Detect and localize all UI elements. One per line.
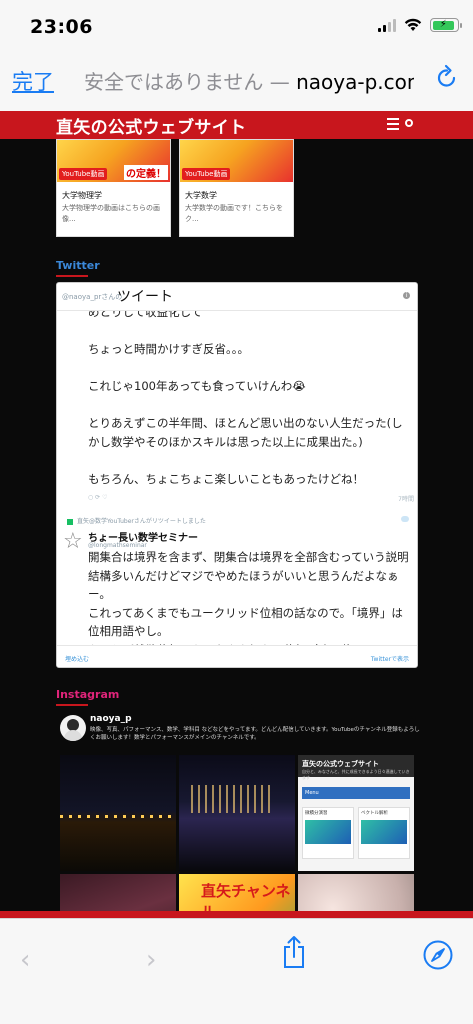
tweet-time[interactable]: 7時間 bbox=[398, 494, 414, 503]
instagram-section-label: Instagram bbox=[56, 688, 119, 706]
done-button[interactable]: 完了 bbox=[12, 66, 54, 96]
instagram-photo-website[interactable]: 直矢の公式ウェブサイト 自分と、みなさんと、共に成長できるよう日々邁進していきま… bbox=[298, 755, 414, 871]
card-description: 大学物理学の動画はこちらの画像... bbox=[62, 204, 160, 223]
card-thumbnail: YouTube動画 の定義！ bbox=[57, 140, 170, 182]
tweet-actions: ○ ⟳ ♡ 7時間 bbox=[88, 494, 414, 506]
website-thumb-tiles: 微積分演習 ベクトル解析 bbox=[302, 807, 410, 859]
retweet-text: 開集合は境界を含まず、閉集合は境界を全部含むっていう説明結構多いんだけどマジでや… bbox=[88, 550, 409, 657]
search-icon[interactable] bbox=[405, 119, 413, 127]
website-thumb-menu: Menu bbox=[302, 787, 410, 799]
address-bar[interactable]: 安全ではありません — naoya-p.com bbox=[84, 66, 414, 95]
address-domain: naoya-p.com bbox=[296, 70, 414, 94]
back-chevron-icon[interactable]: ‹ bbox=[20, 945, 30, 975]
reply-icon[interactable]: ○ ⟳ ♡ bbox=[88, 494, 107, 501]
battery-icon: ⚡ bbox=[430, 18, 462, 32]
avatar-star-icon[interactable]: ☆ bbox=[63, 529, 83, 554]
web-content[interactable]: 直矢の公式ウェブサイト YouTube動画 の定義！ 大学物理学 大学物理学の動… bbox=[0, 111, 473, 918]
card-physics[interactable]: YouTube動画 の定義！ 大学物理学 大学物理学の動画はこちらの画像... bbox=[56, 139, 171, 237]
site-header: 直矢の公式ウェブサイト bbox=[0, 111, 473, 139]
twitter-bird-icon[interactable] bbox=[401, 516, 409, 522]
status-time: 23:06 bbox=[30, 16, 93, 38]
retweet-note: 直矢@数学YouTuberさんがリツイートしました bbox=[67, 516, 206, 525]
embed-link[interactable]: 埋め込む bbox=[65, 654, 89, 663]
safari-compass-icon[interactable] bbox=[423, 940, 453, 970]
card-description: 大学数学の動画です！こちらをク... bbox=[185, 204, 283, 223]
avatar[interactable] bbox=[60, 715, 86, 741]
address-insecure-label: 安全ではありません — bbox=[84, 70, 297, 94]
instagram-photo-night-river[interactable] bbox=[60, 755, 176, 871]
card-title: 大学物理学 bbox=[62, 191, 102, 200]
twitter-timeline[interactable]: めとりして収益化して ちょっと時間かけすぎ反省。。。 これじゃ100年あっても食… bbox=[56, 282, 418, 668]
site-footer-bar bbox=[0, 911, 473, 918]
instagram-photo-night-city[interactable] bbox=[179, 755, 295, 871]
website-thumb-header: 直矢の公式ウェブサイト 自分と、みなさんと、共に成長できるよう日々邁進していきま… bbox=[298, 755, 414, 780]
instagram-profile: naoya_p 映像、写真、パフォーマンス、数学、学科目 などなどをやってます。… bbox=[60, 714, 420, 746]
wifi-icon bbox=[404, 18, 422, 31]
twitter-widget-header: @naoya_prさんの ツイート i bbox=[57, 283, 417, 311]
cellular-signal-icon bbox=[378, 18, 396, 32]
site-title[interactable]: 直矢の公式ウェブサイト bbox=[56, 113, 246, 138]
tweet-line: ちょっと時間かけすぎ反省。。。 bbox=[88, 342, 249, 356]
browser-top-bar: 23:06 ⚡ 完了 安全ではありません — naoya-p.com bbox=[0, 0, 473, 111]
card-title: 大学数学 bbox=[185, 191, 217, 200]
retweet-icon bbox=[67, 518, 73, 525]
instagram-username[interactable]: naoya_p bbox=[90, 714, 132, 724]
twitter-header-title: ツイート bbox=[117, 289, 173, 305]
twitter-section-label: Twitter bbox=[56, 259, 100, 277]
forward-chevron-icon[interactable]: › bbox=[146, 945, 156, 975]
thumbnail-overlay-text: の定義！ bbox=[124, 165, 168, 180]
share-icon[interactable] bbox=[282, 935, 306, 969]
browser-toolbar: ‹ › bbox=[0, 918, 473, 1024]
website-thumb-tile: 微積分演習 bbox=[302, 807, 354, 859]
info-icon[interactable]: i bbox=[403, 292, 410, 299]
instagram-bio: 映像、写真、パフォーマンス、数学、学科目 などなどをやってます。どんどん配信して… bbox=[90, 727, 420, 741]
youtube-badge: YouTube動画 bbox=[182, 168, 231, 180]
view-on-twitter-link[interactable]: Twitterで表示 bbox=[371, 654, 409, 663]
reload-icon[interactable] bbox=[435, 64, 459, 90]
twitter-header-user: @naoya_prさんの bbox=[62, 293, 123, 301]
video-cards: YouTube動画 の定義！ 大学物理学 大学物理学の動画はこちらの画像... … bbox=[56, 139, 294, 237]
card-thumbnail: YouTube動画 bbox=[180, 140, 293, 182]
twitter-widget-footer: 埋め込む Twitterで表示 bbox=[57, 645, 417, 667]
tweet-line: これじゃ100年あっても食っていけんわ😭 bbox=[88, 379, 306, 393]
tweet-line: もちろん、ちょこちょこ楽しいこともあったけどね！ bbox=[88, 472, 364, 486]
tweet-line: とりあえずこの半年間、ほとんど思い出のない人生だった(しかし数学やそのほかスキル… bbox=[88, 416, 403, 449]
card-math[interactable]: YouTube動画 大学数学 大学数学の動画です！こちらをク... bbox=[179, 139, 294, 237]
tweet-body: めとりして収益化して ちょっと時間かけすぎ反省。。。 これじゃ100年あっても食… bbox=[88, 303, 408, 507]
status-icons: ⚡ bbox=[378, 18, 462, 32]
website-thumb-tile: ベクトル解析 bbox=[358, 807, 410, 859]
youtube-badge: YouTube動画 bbox=[59, 168, 108, 180]
battery-level: ⚡ bbox=[432, 20, 455, 30]
hamburger-menu-icon[interactable] bbox=[387, 118, 399, 130]
